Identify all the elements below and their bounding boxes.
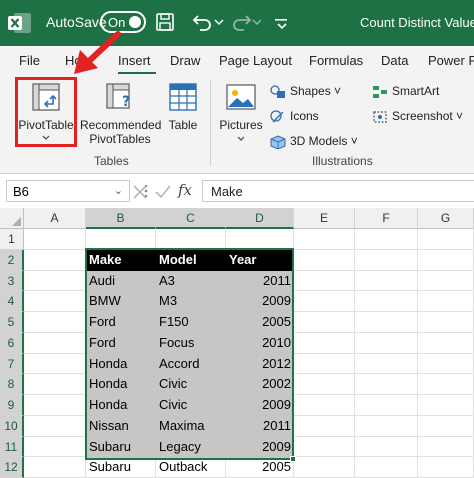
screenshot-button[interactable]: Screenshot ˅ <box>372 109 463 124</box>
pictures-button[interactable]: Pictures <box>216 82 266 152</box>
pivottable-highlight-box <box>15 77 77 147</box>
formula-input-value: Make <box>211 184 243 199</box>
cube-icon <box>270 135 286 149</box>
table-cell[interactable]: Subaru <box>86 457 156 478</box>
tab-page-layout[interactable]: Page Layout <box>219 53 292 68</box>
smartart-label: SmartArt <box>392 84 440 98</box>
redo-icon[interactable] <box>230 10 252 34</box>
gridline <box>354 229 355 478</box>
3d-models-label: 3D Models <box>290 134 348 148</box>
column-header-g[interactable]: G <box>418 208 474 229</box>
svg-text:?: ? <box>122 94 130 110</box>
column-header-c[interactable]: C <box>156 208 226 229</box>
formula-bar: B6 ⌄ fx Make <box>0 176 474 206</box>
formula-input[interactable]: Make <box>202 180 474 202</box>
toggle-knob <box>129 16 141 28</box>
illustrations-group-label: Illustrations <box>312 154 373 168</box>
pictures-icon <box>226 84 256 110</box>
tab-formulas[interactable]: Formulas <box>309 53 363 68</box>
confirm-entry-icon[interactable] <box>153 182 173 202</box>
excel-logo-icon <box>8 13 31 33</box>
row-header-4[interactable]: 4 <box>0 291 24 312</box>
customize-toolbar-icon[interactable] <box>274 10 300 34</box>
tab-data[interactable]: Data <box>381 53 408 68</box>
column-header-f[interactable]: F <box>355 208 418 229</box>
tables-group-label: Tables <box>94 154 129 168</box>
selection-border <box>85 248 294 460</box>
icons-label: Icons <box>290 109 319 123</box>
screenshot-label: Screenshot <box>392 109 453 123</box>
row-header-3[interactable]: 3 <box>0 270 24 292</box>
column-header-d[interactable]: D <box>226 208 294 229</box>
save-icon[interactable] <box>155 12 175 32</box>
icons-button[interactable]: Icons <box>270 109 319 124</box>
row-header-11[interactable]: 11 <box>0 436 24 458</box>
column-header-a[interactable]: A <box>24 208 86 229</box>
screenshot-dropdown-icon: ˅ <box>456 109 464 123</box>
row-header-9[interactable]: 9 <box>0 395 24 416</box>
icons-icon <box>270 110 284 123</box>
redo-dropdown-icon[interactable] <box>252 10 262 34</box>
screenshot-icon <box>373 111 387 123</box>
table-label: Table <box>168 118 198 132</box>
row-header-12[interactable]: 12 <box>0 457 24 478</box>
column-header-e[interactable]: E <box>294 208 355 229</box>
row-header-10[interactable]: 10 <box>0 415 24 437</box>
3d-models-dropdown-icon: ˅ <box>350 134 358 148</box>
table-cell[interactable]: 2005 <box>226 457 294 478</box>
red-arrow-icon <box>74 31 121 74</box>
row-header-5[interactable]: 5 <box>0 312 24 333</box>
recommended-label-line2: PivotTables <box>89 132 151 146</box>
smartart-button[interactable]: SmartArt <box>372 84 439 99</box>
row-header-2[interactable]: 2 <box>0 249 24 271</box>
table-icon <box>169 83 197 111</box>
worksheet-grid[interactable]: ABCDEFG 1 2 3 4 5 6 7 8 9 10 11 12 Make Model Year Aud… <box>0 208 474 478</box>
shapes-dropdown-icon: ˅ <box>334 84 342 98</box>
recommended-pivottables-icon: ? <box>106 83 130 110</box>
ribbon-divider <box>210 80 211 166</box>
name-box-dropdown-icon[interactable]: ⌄ <box>114 184 123 197</box>
fill-handle[interactable] <box>290 456 296 462</box>
document-title: Count Distinct Values.x <box>360 15 474 30</box>
tab-draw[interactable]: Draw <box>170 53 200 68</box>
insert-function-icon[interactable]: fx <box>178 181 192 199</box>
undo-icon[interactable] <box>192 10 214 34</box>
shapes-icon <box>270 85 285 98</box>
row-header-6[interactable]: 6 <box>0 332 24 354</box>
recommended-pivottables-button[interactable]: ? Recommended PivotTables <box>80 82 162 146</box>
select-all-corner[interactable] <box>0 208 24 229</box>
table-button[interactable]: Table <box>164 82 202 146</box>
pictures-label: Pictures <box>219 118 263 132</box>
cancel-entry-icon[interactable] <box>130 182 150 202</box>
3d-models-button[interactable]: 3D Models ˅ <box>270 134 358 149</box>
undo-dropdown-icon[interactable] <box>214 10 224 34</box>
table-cell[interactable]: Outback <box>156 457 226 478</box>
gridline <box>417 229 418 478</box>
tab-power-pivot[interactable]: Power P <box>428 53 474 68</box>
recommended-label-line1: Recommended <box>80 118 162 132</box>
smartart-icon <box>373 85 387 98</box>
pictures-dropdown-icon <box>237 136 245 141</box>
row-header-1[interactable]: 1 <box>0 229 24 250</box>
shapes-label: Shapes <box>290 84 331 98</box>
column-header-b[interactable]: B <box>86 208 156 229</box>
row-header-7[interactable]: 7 <box>0 353 24 375</box>
tab-file[interactable]: File <box>19 53 40 68</box>
name-box[interactable]: B6 ⌄ <box>6 180 130 202</box>
row-header-8[interactable]: 8 <box>0 374 24 395</box>
shapes-button[interactable]: Shapes ˅ <box>270 84 341 99</box>
name-box-value: B6 <box>13 184 29 199</box>
